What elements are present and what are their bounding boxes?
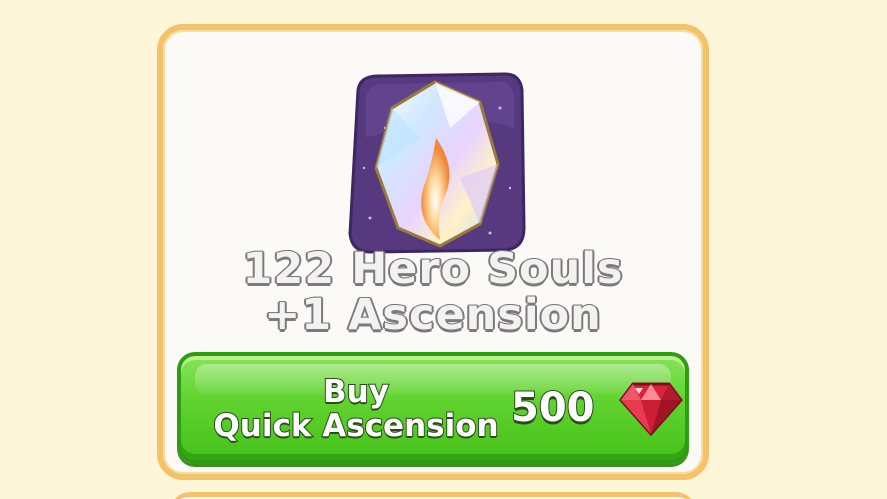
next-shop-item-card bbox=[170, 492, 696, 499]
ruby-icon bbox=[619, 378, 683, 438]
buy-quick-ascension-button[interactable]: Buy Quick Ascension 500 bbox=[177, 352, 689, 464]
buy-button-label-line2: Quick Ascension bbox=[212, 407, 499, 445]
buy-button-label-line1: Buy bbox=[322, 373, 390, 411]
hero-soul-crystal-icon bbox=[340, 68, 530, 258]
shop-screen: 122 Hero Souls +1 Ascension Buy Quick As… bbox=[0, 0, 887, 499]
reward-ascension: +1 Ascension bbox=[263, 289, 602, 341]
price-amount: 500 bbox=[510, 384, 595, 432]
reward-hero-souls: 122 Hero Souls bbox=[241, 243, 624, 295]
